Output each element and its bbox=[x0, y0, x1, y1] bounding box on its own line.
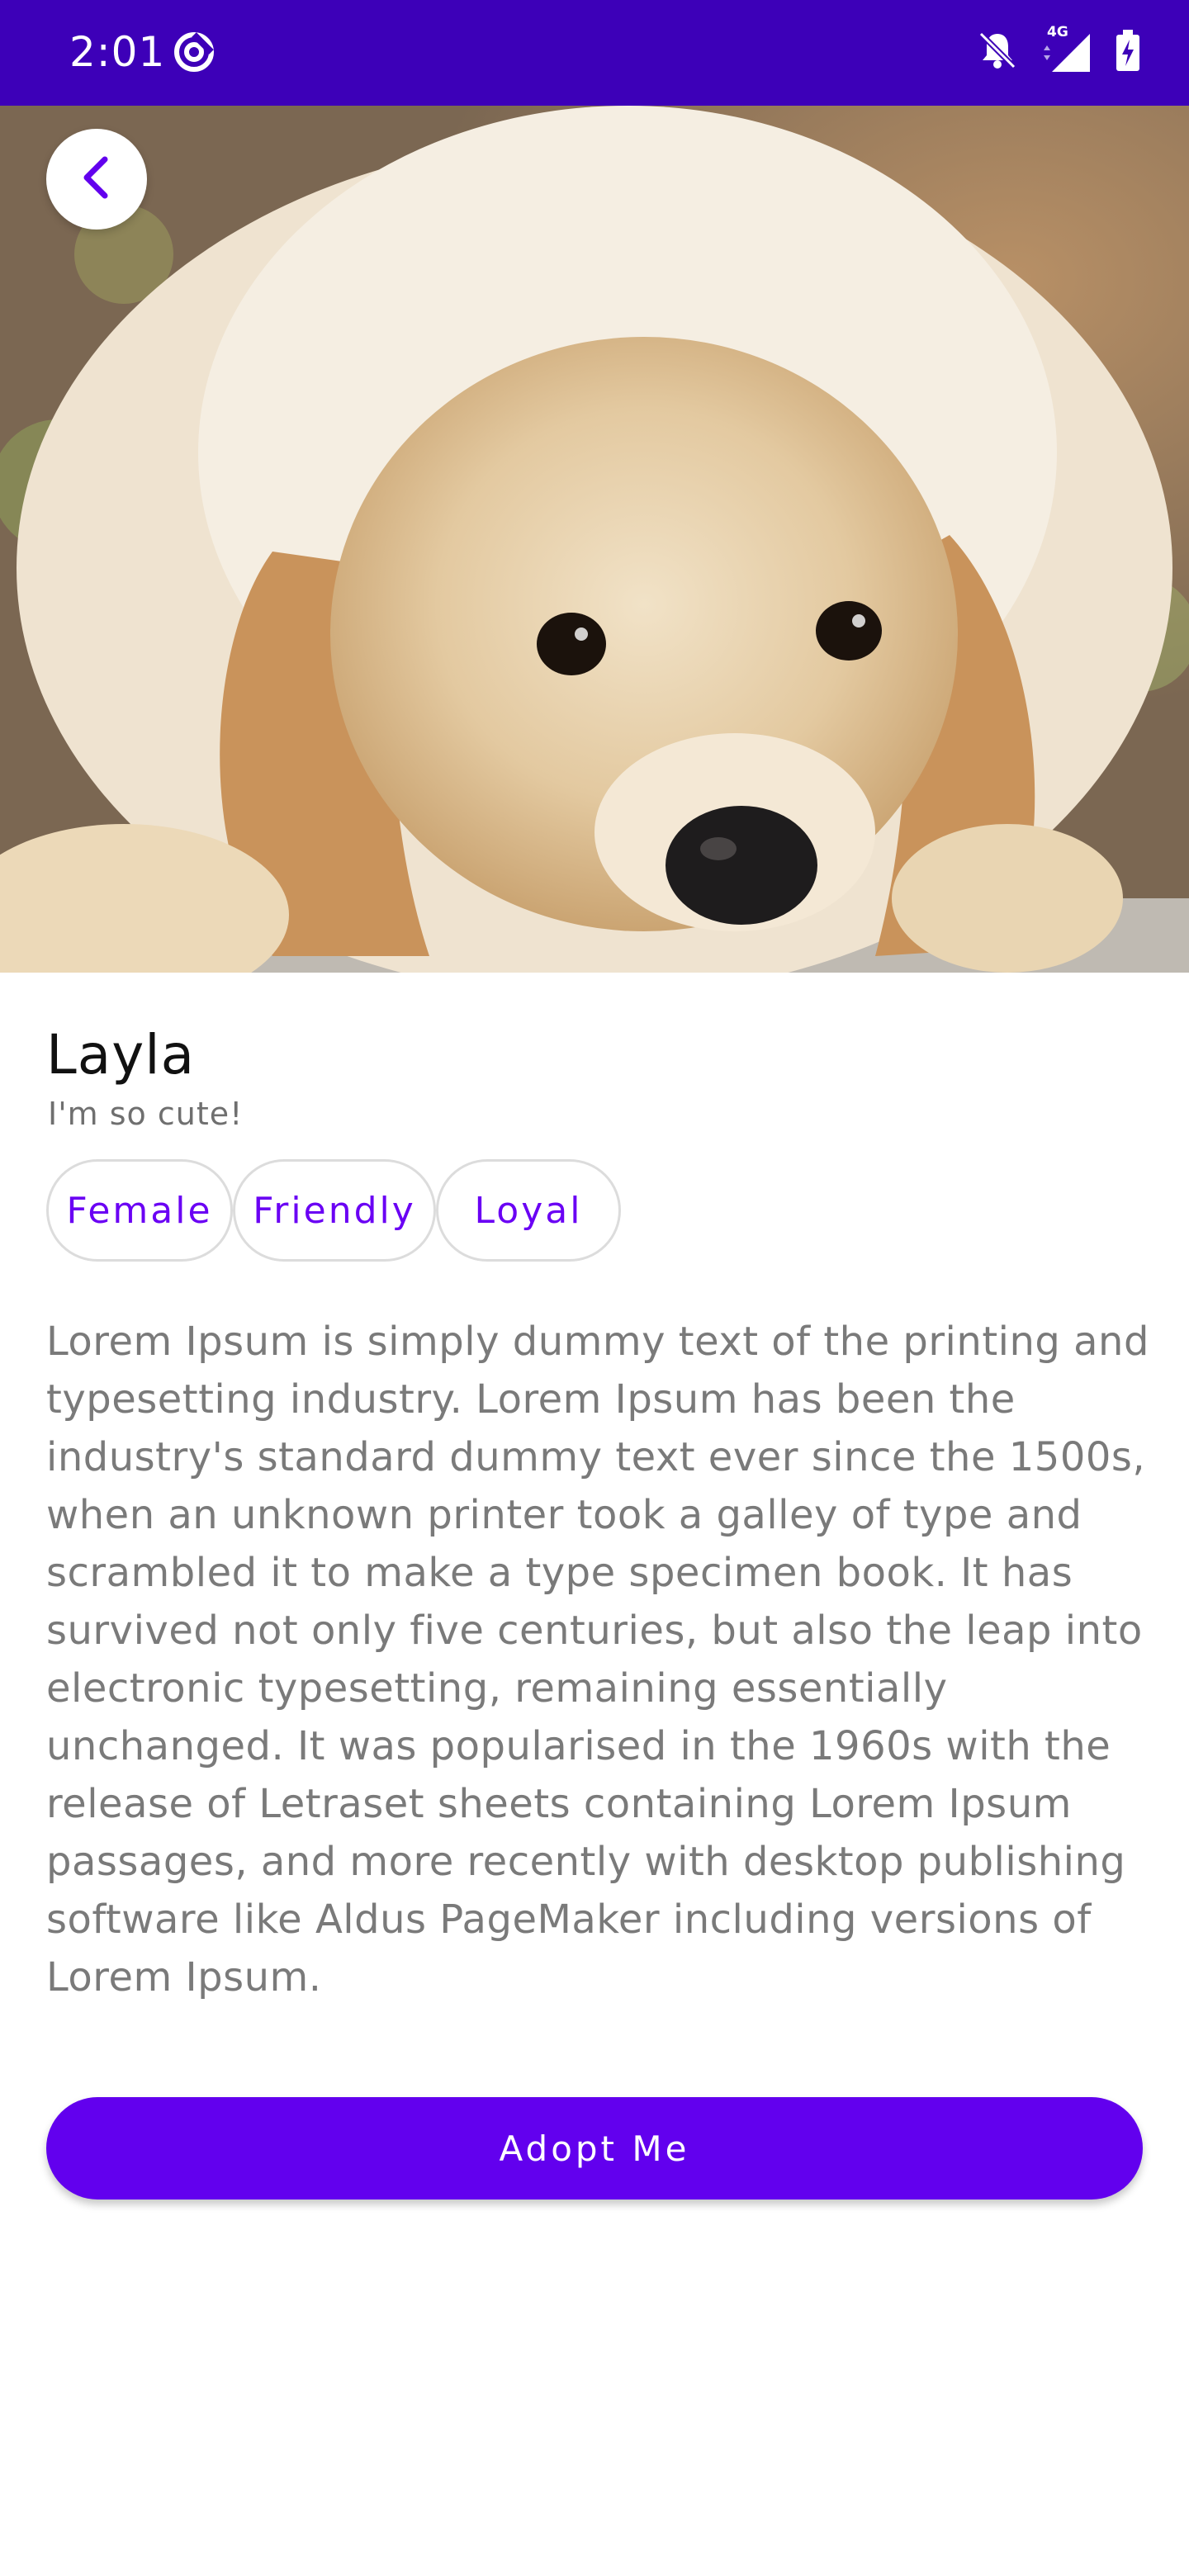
pet-tagline: I'm so cute! bbox=[48, 1096, 244, 1132]
status-bar: 2:01 4G bbox=[0, 0, 1189, 106]
network-label: 4G bbox=[1047, 24, 1068, 40]
chevron-left-icon bbox=[72, 153, 121, 206]
back-button[interactable] bbox=[46, 129, 147, 230]
trait-chip-loyal[interactable]: Loyal bbox=[436, 1159, 621, 1262]
status-icons: 4G bbox=[976, 24, 1141, 79]
pet-name: Layla bbox=[46, 1023, 196, 1087]
battery-charging-icon bbox=[1115, 28, 1141, 76]
status-time: 2:01 bbox=[69, 28, 166, 76]
pet-photo bbox=[0, 106, 1189, 973]
trait-chip-friendly[interactable]: Friendly bbox=[233, 1159, 436, 1262]
trait-chips: Female Friendly Loyal bbox=[46, 1159, 621, 1262]
data-saver-icon bbox=[172, 30, 216, 74]
pet-description: Lorem Ipsum is simply dummy text of the … bbox=[46, 1319, 1149, 2001]
signal-icon: 4G bbox=[1040, 24, 1093, 73]
notifications-off-icon bbox=[976, 29, 1019, 75]
trait-chip-female[interactable]: Female bbox=[46, 1159, 233, 1262]
adopt-me-button[interactable]: Adopt Me bbox=[46, 2097, 1143, 2200]
